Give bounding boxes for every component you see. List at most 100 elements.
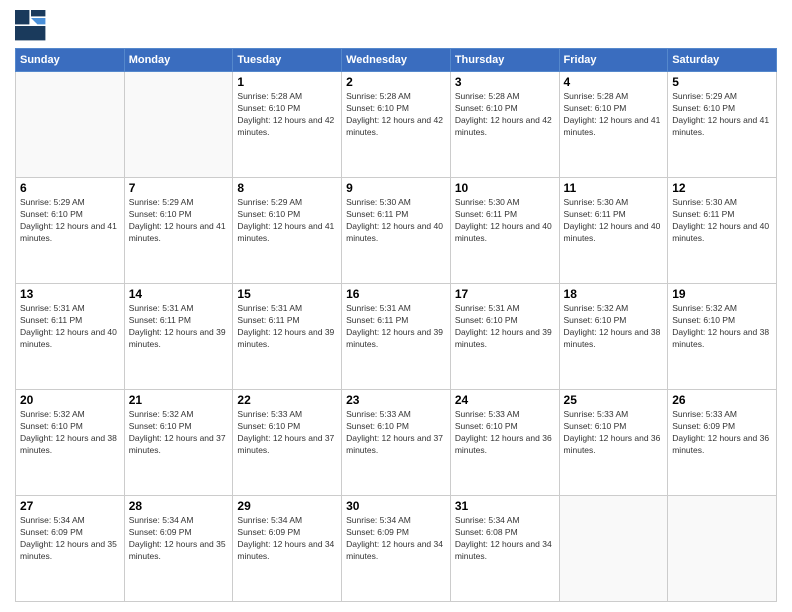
day-number: 8 xyxy=(237,181,337,195)
day-number: 2 xyxy=(346,75,446,89)
calendar-cell: 13 Sunrise: 5:31 AMSunset: 6:11 PMDayligh… xyxy=(16,284,125,390)
calendar-cell xyxy=(559,496,668,602)
page: SundayMondayTuesdayWednesdayThursdayFrid… xyxy=(0,0,792,612)
day-info: Sunrise: 5:32 AMSunset: 6:10 PMDaylight:… xyxy=(129,409,229,457)
week-row-1: 1 Sunrise: 5:28 AMSunset: 6:10 PMDaylight… xyxy=(16,72,777,178)
day-number: 27 xyxy=(20,499,120,513)
day-number: 22 xyxy=(237,393,337,407)
calendar-header-row: SundayMondayTuesdayWednesdayThursdayFrid… xyxy=(16,49,777,72)
day-number: 11 xyxy=(564,181,664,195)
calendar-cell xyxy=(16,72,125,178)
day-number: 25 xyxy=(564,393,664,407)
calendar-cell: 29 Sunrise: 5:34 AMSunset: 6:09 PMDayligh… xyxy=(233,496,342,602)
day-number: 17 xyxy=(455,287,555,301)
calendar-cell: 2 Sunrise: 5:28 AMSunset: 6:10 PMDaylight… xyxy=(342,72,451,178)
day-number: 13 xyxy=(20,287,120,301)
day-number: 3 xyxy=(455,75,555,89)
day-number: 4 xyxy=(564,75,664,89)
day-info: Sunrise: 5:32 AMSunset: 6:10 PMDaylight:… xyxy=(672,303,772,351)
day-info: Sunrise: 5:29 AMSunset: 6:10 PMDaylight:… xyxy=(20,197,120,245)
day-number: 21 xyxy=(129,393,229,407)
calendar-cell: 8 Sunrise: 5:29 AMSunset: 6:10 PMDaylight… xyxy=(233,178,342,284)
calendar-cell: 26Sunrise: 5:33 AMSunset: 6:09 PMDayligh… xyxy=(668,390,777,496)
day-info: Sunrise: 5:32 AMSunset: 6:10 PMDaylight:… xyxy=(564,303,664,351)
day-info: Sunrise: 5:31 AMSunset: 6:11 PMDaylight:… xyxy=(346,303,446,351)
day-info: Sunrise: 5:30 AMSunset: 6:11 PMDaylight:… xyxy=(672,197,772,245)
header xyxy=(15,10,777,42)
day-info: Sunrise: 5:34 AMSunset: 6:09 PMDaylight:… xyxy=(237,515,337,563)
day-info: Sunrise: 5:34 AMSunset: 6:09 PMDaylight:… xyxy=(20,515,120,563)
calendar-cell: 6 Sunrise: 5:29 AMSunset: 6:10 PMDaylight… xyxy=(16,178,125,284)
calendar-cell: 9 Sunrise: 5:30 AMSunset: 6:11 PMDaylight… xyxy=(342,178,451,284)
calendar-cell: 1 Sunrise: 5:28 AMSunset: 6:10 PMDaylight… xyxy=(233,72,342,178)
calendar-cell: 20Sunrise: 5:32 AMSunset: 6:10 PMDayligh… xyxy=(16,390,125,496)
calendar-cell: 30Sunrise: 5:34 AMSunset: 6:09 PMDayligh… xyxy=(342,496,451,602)
day-info: Sunrise: 5:28 AMSunset: 6:10 PMDaylight:… xyxy=(346,91,446,139)
day-number: 31 xyxy=(455,499,555,513)
day-info: Sunrise: 5:33 AMSunset: 6:10 PMDaylight:… xyxy=(564,409,664,457)
day-info: Sunrise: 5:34 AMSunset: 6:09 PMDaylight:… xyxy=(129,515,229,563)
week-row-5: 27 Sunrise: 5:34 AMSunset: 6:09 PMDayligh… xyxy=(16,496,777,602)
day-number: 23 xyxy=(346,393,446,407)
calendar-cell: 17Sunrise: 5:31 AMSunset: 6:10 PMDayligh… xyxy=(450,284,559,390)
calendar-cell: 11 Sunrise: 5:30 AMSunset: 6:11 PMDayligh… xyxy=(559,178,668,284)
calendar-cell: 18 Sunrise: 5:32 AMSunset: 6:10 PMDayligh… xyxy=(559,284,668,390)
day-number: 10 xyxy=(455,181,555,195)
day-header-monday: Monday xyxy=(124,49,233,72)
calendar-cell: 15Sunrise: 5:31 AMSunset: 6:11 PMDayligh… xyxy=(233,284,342,390)
calendar-cell: 14 Sunrise: 5:31 AMSunset: 6:11 PMDayligh… xyxy=(124,284,233,390)
day-info: Sunrise: 5:33 AMSunset: 6:10 PMDaylight:… xyxy=(237,409,337,457)
calendar-cell: 4 Sunrise: 5:28 AMSunset: 6:10 PMDaylight… xyxy=(559,72,668,178)
day-info: Sunrise: 5:29 AMSunset: 6:10 PMDaylight:… xyxy=(129,197,229,245)
day-header-wednesday: Wednesday xyxy=(342,49,451,72)
calendar-cell: 28 Sunrise: 5:34 AMSunset: 6:09 PMDayligh… xyxy=(124,496,233,602)
calendar-cell xyxy=(668,496,777,602)
day-number: 20 xyxy=(20,393,120,407)
day-number: 15 xyxy=(237,287,337,301)
day-number: 16 xyxy=(346,287,446,301)
day-info: Sunrise: 5:31 AMSunset: 6:11 PMDaylight:… xyxy=(129,303,229,351)
day-number: 18 xyxy=(564,287,664,301)
day-info: Sunrise: 5:33 AMSunset: 6:10 PMDaylight:… xyxy=(455,409,555,457)
calendar-cell: 19 Sunrise: 5:32 AMSunset: 6:10 PMDayligh… xyxy=(668,284,777,390)
day-info: Sunrise: 5:30 AMSunset: 6:11 PMDaylight:… xyxy=(564,197,664,245)
week-row-3: 13 Sunrise: 5:31 AMSunset: 6:11 PMDayligh… xyxy=(16,284,777,390)
calendar-cell: 5Sunrise: 5:29 AMSunset: 6:10 PMDaylight… xyxy=(668,72,777,178)
day-number: 30 xyxy=(346,499,446,513)
calendar-cell: 10Sunrise: 5:30 AMSunset: 6:11 PMDayligh… xyxy=(450,178,559,284)
day-number: 14 xyxy=(129,287,229,301)
day-number: 19 xyxy=(672,287,772,301)
day-info: Sunrise: 5:28 AMSunset: 6:10 PMDaylight:… xyxy=(237,91,337,139)
day-number: 26 xyxy=(672,393,772,407)
day-info: Sunrise: 5:29 AMSunset: 6:10 PMDaylight:… xyxy=(672,91,772,139)
day-info: Sunrise: 5:29 AMSunset: 6:10 PMDaylight:… xyxy=(237,197,337,245)
calendar-cell: 3 Sunrise: 5:28 AMSunset: 6:10 PMDaylight… xyxy=(450,72,559,178)
day-info: Sunrise: 5:28 AMSunset: 6:10 PMDaylight:… xyxy=(455,91,555,139)
day-info: Sunrise: 5:28 AMSunset: 6:10 PMDaylight:… xyxy=(564,91,664,139)
calendar-cell: 25 Sunrise: 5:33 AMSunset: 6:10 PMDayligh… xyxy=(559,390,668,496)
day-header-saturday: Saturday xyxy=(668,49,777,72)
day-number: 28 xyxy=(129,499,229,513)
day-header-sunday: Sunday xyxy=(16,49,125,72)
calendar-cell: 31 Sunrise: 5:34 AMSunset: 6:08 PMDayligh… xyxy=(450,496,559,602)
calendar-cell: 27 Sunrise: 5:34 AMSunset: 6:09 PMDayligh… xyxy=(16,496,125,602)
day-header-tuesday: Tuesday xyxy=(233,49,342,72)
day-number: 9 xyxy=(346,181,446,195)
day-info: Sunrise: 5:31 AMSunset: 6:11 PMDaylight:… xyxy=(20,303,120,351)
day-number: 12 xyxy=(672,181,772,195)
day-number: 29 xyxy=(237,499,337,513)
logo xyxy=(15,10,51,42)
calendar-cell: 24 Sunrise: 5:33 AMSunset: 6:10 PMDayligh… xyxy=(450,390,559,496)
calendar-cell: 12 Sunrise: 5:30 AMSunset: 6:11 PMDayligh… xyxy=(668,178,777,284)
day-info: Sunrise: 5:30 AMSunset: 6:11 PMDaylight:… xyxy=(346,197,446,245)
day-number: 1 xyxy=(237,75,337,89)
day-info: Sunrise: 5:34 AMSunset: 6:08 PMDaylight:… xyxy=(455,515,555,563)
day-header-friday: Friday xyxy=(559,49,668,72)
day-header-thursday: Thursday xyxy=(450,49,559,72)
calendar-cell xyxy=(124,72,233,178)
week-row-2: 6 Sunrise: 5:29 AMSunset: 6:10 PMDaylight… xyxy=(16,178,777,284)
logo-icon xyxy=(15,10,47,42)
day-number: 24 xyxy=(455,393,555,407)
calendar-cell: 7Sunrise: 5:29 AMSunset: 6:10 PMDaylight… xyxy=(124,178,233,284)
day-number: 6 xyxy=(20,181,120,195)
